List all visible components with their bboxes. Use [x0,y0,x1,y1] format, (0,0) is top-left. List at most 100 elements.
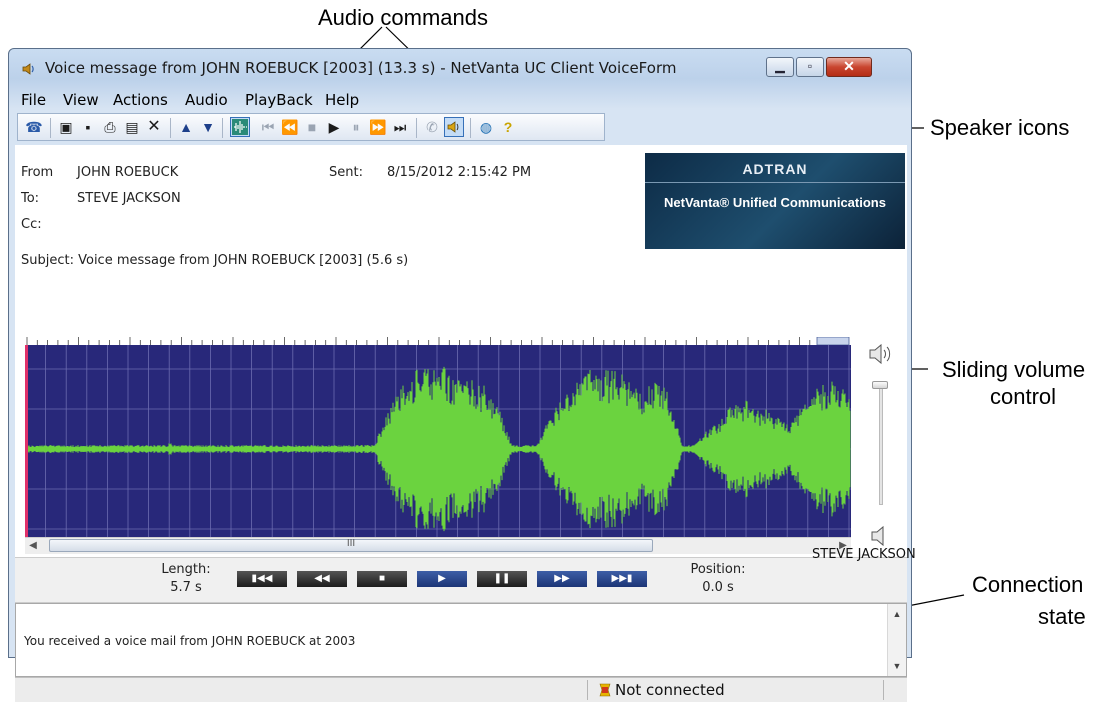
menu-help[interactable]: Help [325,91,359,109]
status-divider [587,680,588,700]
horizontal-scrollbar[interactable]: ◀ III ▶ [25,537,851,554]
pause-icon[interactable]: ⏸ [346,117,366,137]
time-ruler [25,337,851,345]
length-label: Length: [141,562,231,577]
waveform-view-icon[interactable] [230,117,250,137]
menu-bar: File View Actions Audio PlayBack Help [15,89,907,111]
volume-slider-track[interactable] [879,385,883,505]
down-arrow-icon[interactable]: ▼ [198,117,218,137]
menu-actions[interactable]: Actions [113,91,168,109]
to-value: STEVE JACKSON [77,191,181,206]
banner-divider [645,182,905,183]
zoom-icon[interactable] [817,337,849,345]
handset-icon[interactable]: ✆ [422,117,442,137]
message-content: From JOHN ROEBUCK Sent: 8/15/2012 2:15:4… [15,145,907,653]
volume-max-speaker-icon[interactable] [867,341,893,367]
menu-playback[interactable]: PlayBack [245,91,313,109]
status-user: STEVE JACKSON [812,547,916,562]
waveform-graph [25,345,851,537]
vertical-scrollbar[interactable]: ▲ ▼ [887,604,906,676]
toolbar-separator [222,118,223,138]
minimize-button[interactable]: ▁ [766,57,794,77]
waveform-display[interactable] [25,345,851,537]
callout-volume-line1: Sliding volume [942,357,1085,383]
cc-label: Cc: [21,217,42,232]
waveform-glyph [231,118,249,136]
adtran-logo: ADTRAN [645,161,905,177]
callout-volume-line2: control [990,384,1056,410]
app-speaker-icon [21,61,37,77]
callout-connection-line1: Connection [972,572,1083,598]
reply-phone-icon[interactable]: ☎ [24,117,44,137]
callout-speaker-icons: Speaker icons [930,115,1069,141]
skip-to-start-icon[interactable]: ⏮ [258,117,278,137]
rewind-button[interactable]: ◀◀ [297,571,347,587]
play-icon[interactable]: ▶ [324,117,344,137]
transport-bar: Length: 5.7 s ▮◀◀ ◀◀ ■ ▶ ❚❚ ▶▶ ▶▶▮ Posit… [15,557,907,603]
menu-audio[interactable]: Audio [185,91,228,109]
speaker-icon[interactable] [444,117,464,137]
skip-to-start-button[interactable]: ▮◀◀ [237,571,287,587]
scroll-up-icon[interactable]: ▲ [888,606,906,622]
position-label: Position: [673,562,763,577]
rewind-icon[interactable]: ⏪ [280,117,300,137]
save-icon[interactable]: ▣ [56,117,76,137]
from-label: From [21,165,53,180]
help-icon[interactable]: ? [498,117,518,137]
web-icon[interactable]: ◍ [476,117,496,137]
length-value: 5.7 s [141,580,231,595]
playback-cursor[interactable] [25,345,28,537]
save-as-icon[interactable]: ▪ [78,117,98,137]
scroll-grip: III [50,538,652,549]
delete-icon[interactable]: ✕ [144,117,164,137]
stop-icon[interactable]: ■ [302,117,322,137]
stop-button[interactable]: ■ [357,571,407,587]
toolbar: ☎ ▣ ▪ ⎙ ▤ ✕ ▲ ▼ ⏮ ⏪ ■ ▶ ⏸ ⏩ ⏭ ✆ ◍ ? [17,113,605,141]
message-body[interactable]: You received a voice mail from JOHN ROEB… [15,603,907,677]
to-label: To: [21,191,39,206]
volume-slider-thumb[interactable] [872,381,888,389]
menu-file[interactable]: File [21,91,46,109]
fast-forward-icon[interactable]: ⏩ [368,117,388,137]
fast-forward-button[interactable]: ▶▶ [537,571,587,587]
position-value: 0.0 s [673,580,763,595]
maximize-icon: ▫ [797,59,823,73]
status-divider [883,680,884,700]
callout-connection-line2: state [1038,604,1086,630]
toolbar-separator [470,118,471,138]
message-text: You received a voice mail from JOHN ROEB… [24,634,355,648]
sent-label: Sent: [329,165,363,180]
up-arrow-icon[interactable]: ▲ [176,117,196,137]
volume-control [857,337,905,553]
export-icon[interactable]: ▤ [122,117,142,137]
close-icon: ✕ [827,58,871,75]
callout-audio-commands: Audio commands [318,5,488,31]
minimize-icon: ▁ [767,59,793,73]
maximize-button[interactable]: ▫ [796,57,824,77]
play-button[interactable]: ▶ [417,571,467,587]
connection-state: Not connected [615,681,725,699]
banner-title: NetVanta® Unified Communications [645,195,905,210]
scroll-left-icon[interactable]: ◀ [25,538,41,554]
volume-min-speaker-icon[interactable] [867,523,893,549]
window-title: Voice message from JOHN ROEBUCK [2003] (… [45,59,676,77]
title-bar[interactable]: Voice message from JOHN ROEBUCK [2003] (… [9,49,911,87]
pause-button[interactable]: ❚❚ [477,571,527,587]
menu-view[interactable]: View [63,91,99,109]
toolbar-separator [416,118,417,138]
skip-to-end-button[interactable]: ▶▶▮ [597,571,647,587]
waveform-trace [28,367,850,531]
toolbar-separator [170,118,171,138]
voiceform-window: Voice message from JOHN ROEBUCK [2003] (… [8,48,912,658]
close-button[interactable]: ✕ [826,57,872,77]
print-icon[interactable]: ⎙ [100,117,120,137]
scroll-thumb[interactable]: III [49,539,653,552]
connection-status-icon [599,683,611,697]
speaker-glyph [445,118,463,136]
from-value: JOHN ROEBUCK [77,165,178,180]
netvanta-banner: ADTRAN NetVanta® Unified Communications [645,153,905,249]
skip-to-end-icon[interactable]: ⏭ [390,117,410,137]
sent-value: 8/15/2012 2:15:42 PM [387,165,531,180]
scroll-down-icon[interactable]: ▼ [888,658,906,674]
status-bar: Not connected [15,677,907,702]
